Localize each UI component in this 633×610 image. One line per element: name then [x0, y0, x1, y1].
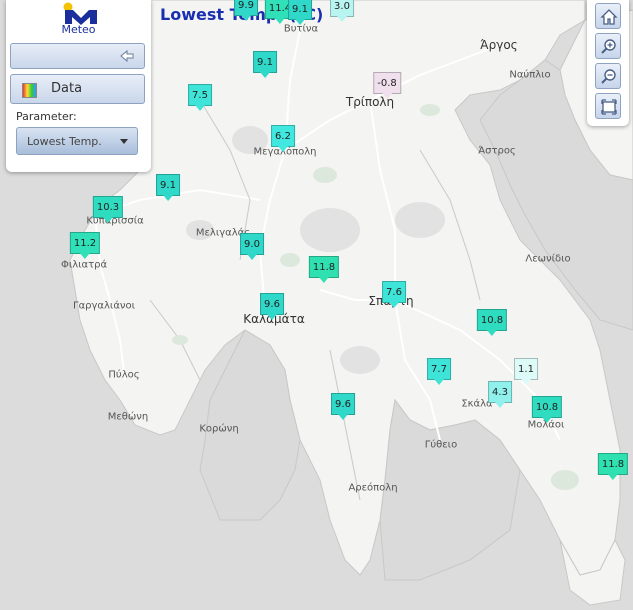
town-label-nafplio: Ναύπλιο: [509, 69, 551, 81]
data-button-label: Data: [51, 81, 83, 96]
town-label-astros: Άστρος: [478, 145, 516, 157]
town-label-vytina: Βυτίνα: [283, 23, 319, 35]
color-scale-icon: [22, 83, 37, 98]
station-marker[interactable]: 9.6: [331, 393, 355, 420]
full-extent-icon: [601, 99, 617, 115]
station-marker[interactable]: 4.3: [488, 381, 512, 408]
home-icon: [600, 9, 618, 25]
town-label-methoni: Μεθώνη: [107, 411, 149, 423]
chevron-down-icon: [120, 139, 128, 144]
parameter-label: Parameter:: [16, 110, 77, 123]
station-marker[interactable]: 9.1: [288, 0, 312, 25]
full-extent-button[interactable]: [595, 93, 621, 119]
station-marker[interactable]: 9.9: [234, 0, 258, 21]
town-label-filiatra: Φιλιατρά: [60, 259, 108, 271]
station-marker[interactable]: 10.8: [476, 309, 508, 336]
station-marker[interactable]: 7.7: [427, 358, 451, 385]
town-label-gytheio: Γύθειο: [424, 439, 458, 451]
map-toolbar: [587, 0, 629, 126]
zoom-out-icon: [601, 69, 616, 84]
data-button[interactable]: Data: [10, 74, 145, 104]
town-label-gargalianoi: Γαργαλιάνοι: [72, 300, 136, 312]
logo-text: Meteo: [61, 23, 96, 36]
parameter-select-value: Lowest Temp.: [27, 135, 102, 148]
station-marker[interactable]: 9.1: [253, 51, 277, 78]
station-marker[interactable]: 9.0: [240, 233, 264, 260]
town-label-pylos: Πύλος: [108, 369, 140, 381]
station-marker[interactable]: 9.1: [156, 174, 180, 201]
station-marker[interactable]: -0.8: [373, 72, 401, 99]
zoom-in-button[interactable]: [595, 33, 621, 59]
station-marker[interactable]: 3.0: [330, 0, 354, 22]
collapse-panel-button[interactable]: [10, 43, 145, 69]
station-marker[interactable]: 1.1: [514, 358, 538, 385]
station-marker[interactable]: 7.6: [382, 281, 406, 308]
station-marker[interactable]: 11.8: [308, 256, 340, 283]
zoom-in-icon: [601, 39, 616, 54]
zoom-out-button[interactable]: [595, 63, 621, 89]
town-label-argos: Άργος: [480, 38, 518, 52]
control-panel: Meteo Data Parameter: Lowest Temp.: [6, 0, 151, 172]
station-marker[interactable]: 9.6: [260, 293, 284, 320]
parameter-select[interactable]: Lowest Temp.: [16, 127, 138, 155]
station-marker[interactable]: 11.8: [597, 453, 629, 480]
town-label-areopoli: Αρεόπολη: [348, 482, 398, 494]
town-label-koroni: Κορώνη: [199, 423, 239, 435]
station-marker[interactable]: 6.2: [271, 125, 295, 152]
station-marker[interactable]: 10.3: [92, 196, 124, 223]
station-marker[interactable]: 7.5: [188, 84, 212, 111]
station-marker[interactable]: 11.2: [69, 232, 101, 259]
station-marker[interactable]: 10.8: [531, 396, 563, 423]
town-label-leonidio: Λεωνίδιο: [525, 253, 571, 265]
home-button[interactable]: [595, 3, 621, 29]
back-arrow-icon: [120, 49, 134, 63]
